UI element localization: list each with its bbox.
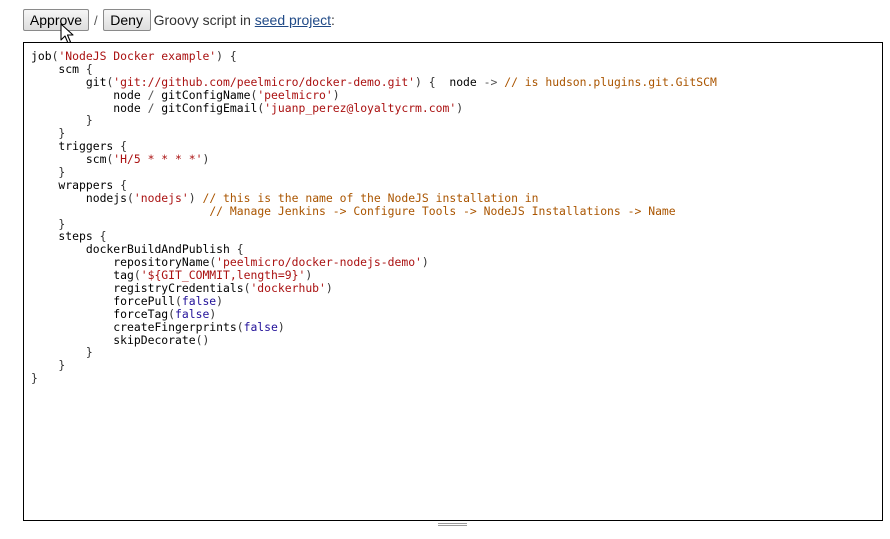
code-token: steps — [31, 229, 100, 244]
code-line: scm('H/5 * * * *') — [31, 153, 717, 166]
code-line: } — [31, 372, 717, 385]
code-token: } — [31, 126, 66, 141]
script-description: Groovy script in seed project: — [154, 12, 335, 28]
code-token: -> — [483, 74, 498, 89]
code-token: forceTag — [31, 306, 169, 321]
code-token: node — [31, 100, 148, 115]
code-token: } — [31, 358, 66, 373]
code-token: false — [243, 319, 278, 334]
code-token: } — [31, 371, 38, 386]
seed-project-link[interactable]: seed project — [255, 12, 331, 28]
code-token: '${GIT_COMMIT,length=9}' — [140, 268, 306, 283]
code-token: 'NodeJS Docker example' — [58, 49, 217, 63]
code-token: repositoryName — [31, 255, 210, 270]
code-token: ) — [456, 100, 464, 115]
code-token: forcePull — [31, 293, 176, 308]
code-token: tag — [31, 268, 134, 283]
code-token: { — [236, 242, 244, 257]
code-token: // this is the name of the NodeJS instal… — [202, 190, 539, 205]
code-token: 'nodejs' — [133, 190, 189, 205]
code-token: scm — [31, 61, 86, 76]
code-token: { — [85, 61, 93, 76]
code-token: 'H/5 * * * *' — [113, 152, 203, 167]
code-token: ) — [325, 281, 333, 296]
code-token: ) — [277, 319, 285, 334]
code-token: registryCredentials — [31, 281, 244, 296]
code-token: ( — [236, 319, 244, 334]
code-token: node — [31, 87, 148, 102]
code-token: { — [99, 229, 107, 244]
code-token: { — [120, 139, 128, 154]
code-token: ) — [216, 293, 224, 308]
code-token: ) — [202, 152, 210, 167]
approve-button[interactable]: Approve — [23, 9, 89, 31]
button-separator: / — [94, 12, 98, 28]
code-line: } — [31, 166, 717, 179]
code-token: 'juanp_perez@loyaltycrm.com' — [264, 100, 457, 115]
code-token: skipDecorate — [31, 332, 196, 347]
code-token: ) — [421, 255, 429, 270]
code-token: ) { — [415, 74, 450, 89]
code-token: ) — [332, 87, 340, 102]
code-line: // Manage Jenkins -> Configure Tools -> … — [31, 203, 717, 218]
code-token: git — [31, 74, 107, 89]
code-token: scm — [31, 152, 107, 167]
script-code[interactable]: job('NodeJS Docker example') { scm { git… — [31, 50, 717, 385]
deny-button[interactable]: Deny — [102, 9, 151, 31]
code-token: // is hudson.plugins.git.GitSCM — [504, 74, 717, 89]
code-token: } — [31, 165, 66, 180]
code-token: 'dockerhub' — [250, 281, 326, 296]
code-token: () — [195, 332, 210, 347]
code-token: triggers — [31, 139, 121, 154]
code-token: ( — [168, 306, 176, 321]
code-token: wrappers — [31, 177, 121, 192]
code-token: 'git://github.com/peelmicro/docker-demo.… — [113, 74, 416, 89]
code-token: } — [31, 216, 66, 231]
code-token: gitConfigName — [154, 87, 251, 102]
code-line: job('NodeJS Docker example') { — [31, 50, 717, 63]
code-token: { — [120, 177, 128, 192]
code-token: } — [31, 113, 93, 128]
code-token: } — [31, 345, 93, 360]
code-token: // Manage Jenkins -> Configure Tools -> … — [209, 203, 676, 218]
code-token: ) { — [216, 49, 237, 63]
code-token: createFingerprints — [31, 319, 237, 334]
resize-grip-icon[interactable] — [438, 523, 467, 526]
code-token: dockerBuildAndPublish — [31, 242, 237, 257]
code-token: ( — [175, 293, 182, 308]
code-token: ) — [209, 306, 217, 321]
code-token: false — [181, 293, 217, 308]
code-token: ) — [188, 190, 203, 205]
code-token: false — [175, 306, 210, 321]
code-token: node — [449, 74, 484, 89]
code-token: 'peelmicro/docker-nodejs-demo' — [216, 255, 422, 270]
code-line: } — [31, 346, 717, 359]
script-editor[interactable]: job('NodeJS Docker example') { scm { git… — [23, 42, 883, 521]
code-token: ( — [127, 190, 134, 205]
code-token: ( — [133, 268, 141, 283]
approval-toolbar: Approve / Deny Groovy script in seed pro… — [23, 9, 335, 31]
code-token: 'peelmicro' — [257, 87, 333, 102]
code-line: skipDecorate() — [31, 332, 717, 347]
code-line: } — [31, 359, 717, 372]
code-token: job — [31, 49, 52, 63]
code-line: node / gitConfigEmail('juanp_perez@loyal… — [31, 100, 717, 115]
code-token: ) — [305, 268, 313, 283]
code-token: gitConfigEmail — [154, 100, 258, 115]
description-prefix: Groovy script in — [153, 12, 255, 28]
code-token: nodejs — [31, 190, 128, 205]
code-line: } — [31, 114, 717, 127]
code-line: } — [31, 127, 717, 140]
code-line: } — [31, 216, 717, 231]
description-suffix: : — [331, 12, 335, 28]
